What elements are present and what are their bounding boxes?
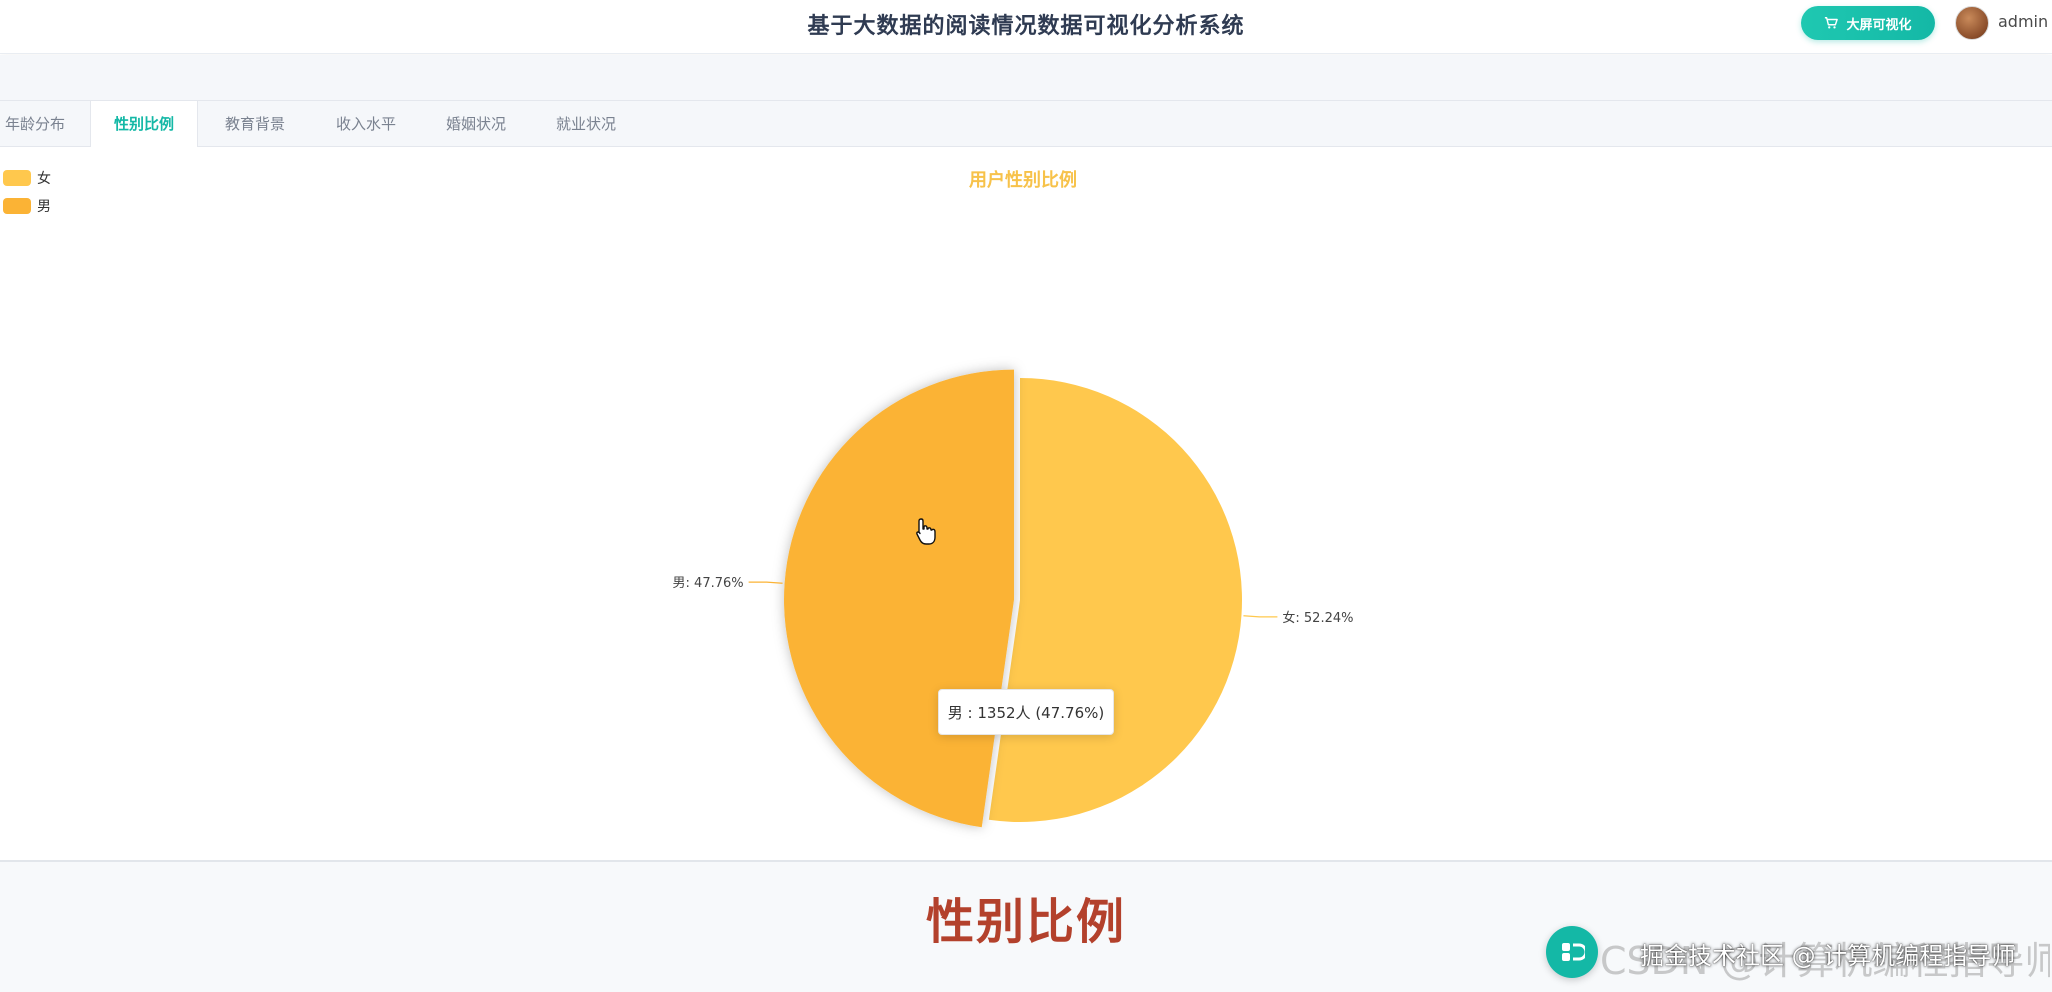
tab-gender-ratio[interactable]: 性别比例	[90, 101, 198, 148]
app-icon	[1562, 943, 1585, 961]
big-screen-button[interactable]: 大屏可视化	[1801, 6, 1935, 40]
floating-action-button[interactable]	[1546, 926, 1598, 978]
username[interactable]: admin	[1998, 12, 2048, 31]
tab-education[interactable]: 教育背景	[206, 101, 304, 147]
tab-marital-status[interactable]: 婚姻状况	[427, 101, 525, 147]
avatar[interactable]	[1955, 6, 1989, 40]
legend-swatch-0[interactable]	[3, 170, 31, 186]
slice-label-1: 男: 47.76%	[673, 576, 744, 591]
chart-panel: 用户性别比例 女男 女: 52.24% 男: 47.76% 男 : 1352人 (…	[0, 147, 2052, 862]
label-leader-line-1	[748, 581, 783, 584]
legend-swatch-1[interactable]	[3, 198, 31, 214]
breadcrumb-band	[0, 55, 2052, 101]
legend-label-1[interactable]: 男	[37, 199, 51, 215]
label-leader-line-0	[1243, 615, 1278, 618]
legend-label-0[interactable]: 女	[37, 170, 51, 187]
top-header: 基于大数据的阅读情况数据可视化分析系统 大屏可视化 admin	[0, 0, 2052, 54]
chart-tooltip: 男 : 1352人 (47.76%)	[938, 689, 1114, 735]
attribution-text: 掘金技术社区 @ 计算机编程指导师	[1640, 942, 2016, 970]
tab-income[interactable]: 收入水平	[317, 101, 415, 147]
pie-slice-1[interactable]	[784, 369, 1015, 828]
slice-label-0: 女: 52.24%	[1282, 610, 1353, 626]
footer: 性别比例 CSDN @计算机编程指导师 掘金技术社区 @ 计算机编程指导师	[0, 862, 2052, 992]
pie-slice-0[interactable]	[988, 378, 1242, 822]
chart-title: 用户性别比例	[969, 169, 1077, 191]
system-title: 基于大数据的阅读情况数据可视化分析系统	[807, 14, 1245, 39]
big-screen-label: 大屏可视化	[1846, 17, 1912, 33]
tab-bar: 年龄分布 性别比例 教育背景 收入水平 婚姻状况 就业状况	[0, 101, 2052, 148]
tab-employment[interactable]: 就业状况	[537, 101, 635, 147]
tab-age-distribution[interactable]: 年龄分布	[0, 101, 70, 147]
pie-chart: 用户性别比例 女男 女: 52.24% 男: 47.76%	[3, 169, 1353, 828]
cart-icon	[1825, 17, 1839, 29]
